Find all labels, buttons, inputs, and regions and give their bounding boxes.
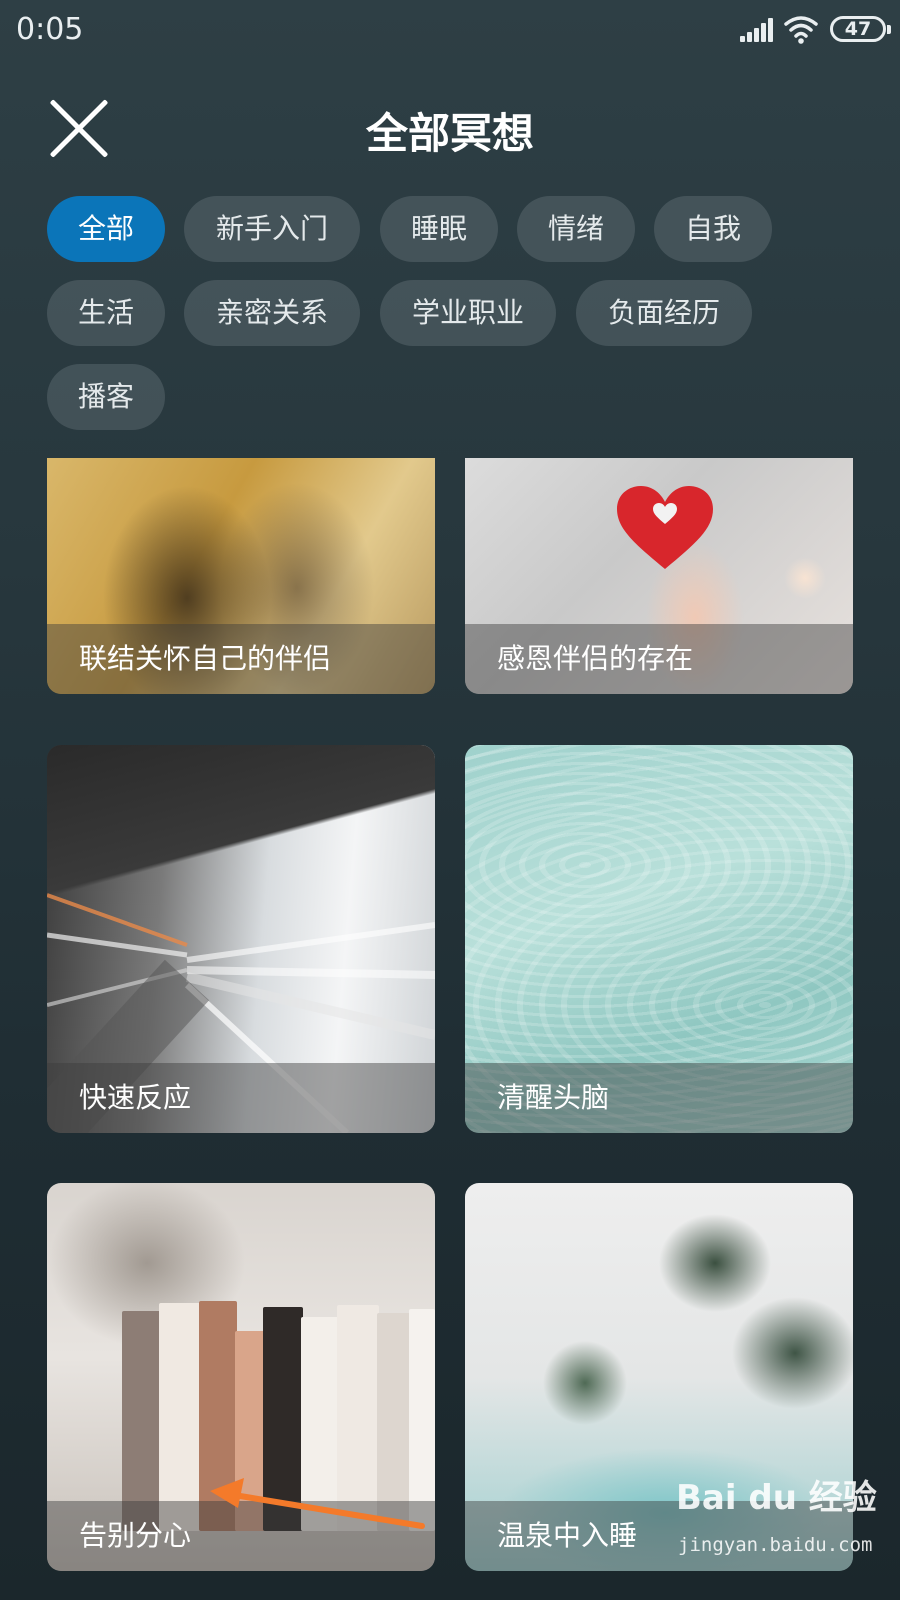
annotation-arrow-icon xyxy=(210,1478,425,1529)
wifi-icon xyxy=(784,16,818,44)
watermark-url: jingyan.baidu.com xyxy=(678,1534,873,1556)
signal-icon xyxy=(740,18,774,42)
watermark: Bai du 经验 jingyan.baidu.com xyxy=(676,1470,877,1590)
filter-chip-relationship[interactable]: 亲密关系 xyxy=(184,280,360,346)
meditation-card[interactable]: 快速反应 xyxy=(47,745,435,1133)
filter-chip-negative[interactable]: 负面经历 xyxy=(576,280,752,346)
filter-chip-all[interactable]: 全部 xyxy=(47,196,165,262)
filter-chip-emotion[interactable]: 情绪 xyxy=(517,196,635,262)
status-bar: 0:05 47 xyxy=(0,0,900,62)
filter-chip-podcast[interactable]: 播客 xyxy=(47,364,165,430)
filter-chip-career[interactable]: 学业职业 xyxy=(380,280,556,346)
watermark-brand: Bai du 经验 xyxy=(676,1478,877,1518)
meditation-card[interactable]: 感恩伴侣的存在 xyxy=(465,458,853,694)
page-title: 全部冥想 xyxy=(365,109,534,158)
battery-icon: 47 xyxy=(830,16,891,42)
card-title: 联结关怀自己的伴侣 xyxy=(47,624,435,694)
card-title: 快速反应 xyxy=(47,1063,435,1133)
meditation-card[interactable]: 联结关怀自己的伴侣 xyxy=(47,458,435,694)
filter-chip-sleep[interactable]: 睡眠 xyxy=(380,196,498,262)
card-title: 感恩伴侣的存在 xyxy=(465,624,853,694)
filter-chip-self[interactable]: 自我 xyxy=(654,196,772,262)
status-time: 0:05 xyxy=(16,12,84,47)
heart-icon xyxy=(617,486,713,569)
meditation-card[interactable]: 清醒头脑 xyxy=(465,745,853,1133)
card-title: 清醒头脑 xyxy=(465,1063,853,1133)
battery-level: 47 xyxy=(844,18,872,40)
filter-chip-beginner[interactable]: 新手入门 xyxy=(184,196,360,262)
filter-chip-life[interactable]: 生活 xyxy=(47,280,165,346)
